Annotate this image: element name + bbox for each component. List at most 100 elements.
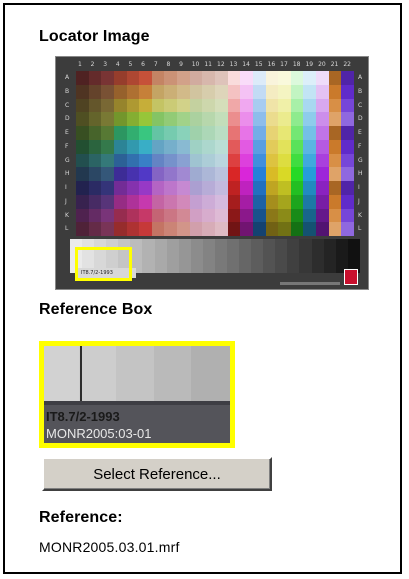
- column-number: 22: [343, 61, 351, 68]
- color-swatch: [316, 167, 329, 181]
- color-swatch: [189, 98, 203, 113]
- color-swatch: [126, 222, 140, 236]
- color-swatch: [177, 181, 190, 195]
- color-swatch: [215, 167, 228, 181]
- color-swatch: [113, 222, 127, 236]
- color-swatch: [265, 153, 279, 168]
- color-swatch: [202, 84, 215, 99]
- color-swatch: [76, 71, 89, 85]
- color-swatch: [151, 181, 165, 195]
- color-swatch: [215, 181, 228, 195]
- color-swatch: [164, 98, 178, 113]
- row-letter: B: [65, 87, 70, 95]
- color-swatch: [290, 181, 304, 195]
- color-swatch: [151, 222, 165, 236]
- row-letter: E: [65, 129, 69, 136]
- gray-step: [263, 239, 276, 273]
- color-swatch: [164, 153, 178, 168]
- color-swatch: [177, 112, 190, 126]
- reference-file-name: MONR2005.03.01.mrf: [39, 539, 180, 555]
- color-swatch: [278, 139, 291, 154]
- select-reference-button[interactable]: Select Reference...: [42, 457, 272, 491]
- reference-gray-patches: [44, 346, 230, 401]
- color-swatch: [76, 126, 89, 140]
- color-swatch: [139, 153, 152, 168]
- color-swatch: [290, 84, 304, 99]
- color-swatch: [341, 194, 354, 209]
- gray-step: [142, 239, 155, 273]
- color-swatch: [227, 112, 241, 126]
- column-number: 8: [166, 61, 171, 68]
- row-letter: I: [65, 184, 67, 191]
- color-swatch: [252, 181, 266, 195]
- color-swatch: [164, 71, 178, 85]
- color-swatch: [303, 181, 317, 195]
- color-swatch: [265, 71, 279, 85]
- color-swatch: [88, 84, 102, 99]
- color-swatch: [240, 208, 253, 223]
- color-swatch: [290, 71, 304, 85]
- color-swatch: [126, 194, 140, 209]
- gray-step: [166, 239, 179, 273]
- color-swatch: [316, 84, 329, 99]
- color-swatch: [303, 112, 317, 126]
- row-letter: C: [65, 101, 70, 109]
- color-swatch: [101, 71, 114, 85]
- color-swatch: [215, 222, 228, 236]
- gray-step: [214, 239, 228, 273]
- color-swatch: [126, 126, 140, 140]
- color-swatch: [252, 167, 266, 181]
- color-swatch: [189, 71, 203, 85]
- color-swatch: [252, 112, 266, 126]
- color-swatch: [341, 98, 354, 113]
- color-swatch: [328, 112, 342, 126]
- color-swatch: [215, 194, 228, 209]
- gray-step: [275, 239, 288, 273]
- color-swatch: [265, 208, 279, 223]
- credit-text-mark: [280, 282, 340, 285]
- reference-label-line2: MONR2005:03-01: [46, 426, 152, 441]
- color-swatch: [316, 222, 329, 236]
- color-swatch: [88, 126, 102, 140]
- color-swatch: [76, 112, 89, 126]
- color-swatch: [101, 194, 114, 209]
- reference-highlight-box[interactable]: [75, 247, 132, 281]
- color-swatch: [290, 112, 304, 126]
- color-swatch: [177, 167, 190, 181]
- color-swatch: [76, 153, 89, 168]
- color-swatch: [240, 98, 253, 113]
- color-swatch: [328, 71, 342, 85]
- color-swatch: [113, 194, 127, 209]
- color-swatch: [303, 98, 317, 113]
- locator-image[interactable]: 1 2 3 4 5 6 7 8 9 10 11 12 13 14 15 16 17 18 19 20 21 22 AABB…: [55, 56, 369, 290]
- column-number: 17: [280, 61, 288, 68]
- gray-step: [335, 239, 348, 273]
- color-swatch: [278, 71, 291, 85]
- column-number: 14: [242, 61, 250, 68]
- color-swatch: [240, 126, 253, 140]
- color-swatch: [202, 153, 215, 168]
- color-swatch: [316, 139, 329, 154]
- color-swatch: [101, 112, 114, 126]
- color-swatch: [303, 194, 317, 209]
- color-swatch: [113, 71, 127, 85]
- color-swatch: [278, 194, 291, 209]
- color-swatch: [76, 84, 89, 99]
- row-letter: H: [65, 170, 70, 178]
- color-swatch: [101, 181, 114, 195]
- color-swatch: [113, 112, 127, 126]
- color-swatch: [252, 71, 266, 85]
- color-swatch: [341, 112, 354, 126]
- color-swatch: [126, 84, 140, 99]
- color-swatch: [202, 98, 215, 113]
- column-number: 12: [217, 61, 225, 68]
- column-number: 4: [115, 61, 120, 68]
- color-swatch: [139, 126, 152, 140]
- color-swatch: [151, 167, 165, 181]
- color-swatch: [252, 222, 266, 236]
- color-swatch: [303, 84, 317, 99]
- color-swatch: [265, 126, 279, 140]
- reference-box-preview: IT8.7/2-1993 MONR2005:03-01: [39, 341, 235, 448]
- color-swatch: [202, 112, 215, 126]
- color-swatch: [328, 167, 342, 181]
